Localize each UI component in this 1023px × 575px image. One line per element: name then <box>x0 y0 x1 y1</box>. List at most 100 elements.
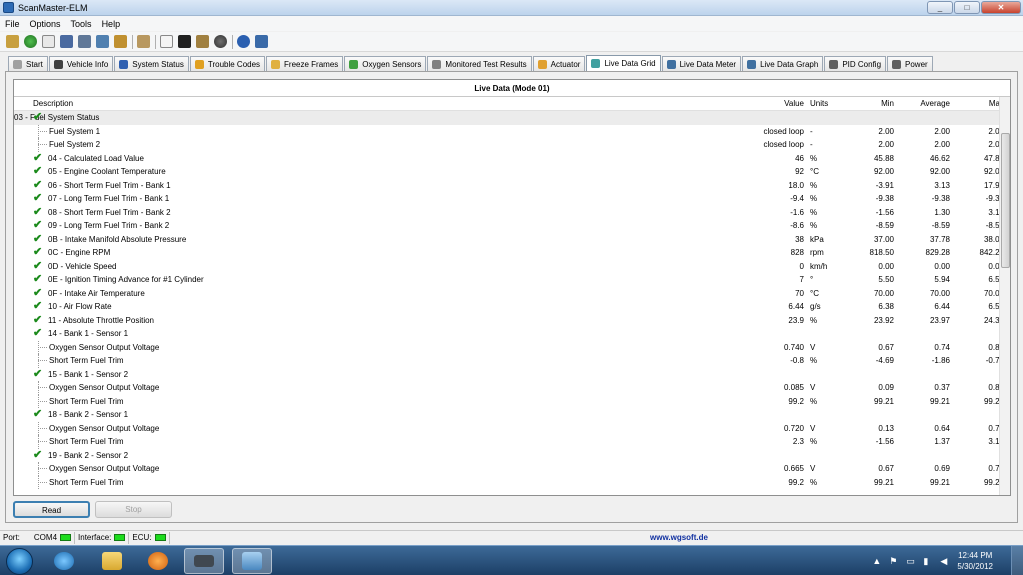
network-icon[interactable]: ▮ <box>923 556 933 566</box>
checkmark-icon[interactable]: ✔ <box>33 247 45 258</box>
sub-row[interactable]: Fuel System 2 closed loop - 2.00 2.00 2.00 <box>14 138 1010 152</box>
pid-row[interactable]: ✔ 14 - Bank 1 - Sensor 1 <box>14 327 1010 341</box>
taskbar-explorer[interactable] <box>92 548 132 574</box>
pid-row[interactable]: ✔ 06 - Short Term Fuel Trim - Bank 1 18.0%… <box>14 179 1010 193</box>
tab-start[interactable]: Start <box>8 56 48 71</box>
clock[interactable]: 12:44 PM 5/30/2012 <box>957 550 993 572</box>
pid-row[interactable]: ✔ 19 - Bank 2 - Sensor 2 <box>14 449 1010 463</box>
tab-live-data-grid[interactable]: Live Data Grid <box>586 55 661 71</box>
menu-tools[interactable]: Tools <box>66 19 97 29</box>
checkmark-icon[interactable]: ✔ <box>33 260 45 272</box>
read-button[interactable]: Read <box>13 501 90 518</box>
checkmark-icon[interactable]: ✔ <box>33 449 45 461</box>
checkmark-icon[interactable]: ✔ <box>33 193 45 204</box>
tab-pid-config[interactable]: PID Config <box>824 56 887 71</box>
checkmark-icon[interactable]: ✔ <box>33 179 45 191</box>
pid-row[interactable]: ✔ 0D - Vehicle Speed 0 km/h 0.00 0.00 0.00 <box>14 260 1010 274</box>
pid-row[interactable]: ✔ 03 - Fuel System Status <box>14 111 1010 125</box>
grid-icon[interactable] <box>60 35 73 48</box>
show-desktop-button[interactable] <box>1011 546 1023 575</box>
pid-row[interactable]: ✔ 11 - Absolute Throttle Position 23.9% 23.… <box>14 314 1010 328</box>
column-max[interactable]: Max <box>950 99 1004 108</box>
comment-icon[interactable] <box>160 35 173 48</box>
checkmark-icon[interactable]: ✔ <box>33 287 45 299</box>
sub-row[interactable]: Short Term Fuel Trim 2.3% -1.56 1.37 3.12 <box>14 435 1010 449</box>
tab-system-status[interactable]: System Status <box>114 56 189 71</box>
taskbar-scanmaster[interactable] <box>232 548 272 574</box>
tab-power[interactable]: Power <box>887 56 933 71</box>
pid-row[interactable]: ✔ 04 - Calculated Load Value 46% 45.88 46.62… <box>14 152 1010 166</box>
info-icon[interactable] <box>237 35 250 48</box>
disconnect-icon[interactable] <box>214 35 227 48</box>
sub-row[interactable]: Short Term Fuel Trim 99.2% 99.21 99.21 99.21 <box>14 394 1010 408</box>
pid-row[interactable]: ✔ 15 - Bank 1 - Sensor 2 <box>14 368 1010 382</box>
sub-row[interactable]: Oxygen Sensor Output Voltage 0.720 V 0.13 0.… <box>14 421 1010 435</box>
pid-row[interactable]: ✔ 09 - Long Term Fuel Trim - Bank 2 -8.6% -… <box>14 219 1010 233</box>
pid-row[interactable]: ✔ 0E - Ignition Timing Advance for #1 Cyl… <box>14 273 1010 287</box>
terminal-icon[interactable] <box>178 35 191 48</box>
clipboard-icon[interactable] <box>137 35 150 48</box>
pid-row[interactable]: ✔ 07 - Long Term Fuel Trim - Bank 1 -9.4% -… <box>14 192 1010 206</box>
maximize-button[interactable]: □ <box>954 1 980 14</box>
menu-help[interactable]: Help <box>97 19 126 29</box>
chart-icon[interactable] <box>78 35 91 48</box>
minimize-button[interactable]: _ <box>927 1 953 14</box>
checkmark-icon[interactable]: ✔ <box>33 301 45 312</box>
tab-trouble-codes[interactable]: Trouble Codes <box>189 56 266 71</box>
meter-icon[interactable] <box>96 35 109 48</box>
checkmark-icon[interactable]: ✔ <box>33 206 45 218</box>
battery-icon[interactable] <box>196 35 209 48</box>
start-button[interactable] <box>6 548 33 575</box>
pid-row[interactable]: ✔ 08 - Short Term Fuel Trim - Bank 2 -1.6%… <box>14 206 1010 220</box>
exit-icon[interactable] <box>255 35 268 48</box>
taskbar-media-player[interactable] <box>138 548 178 574</box>
checkmark-icon[interactable]: ✔ <box>33 233 45 245</box>
website-link[interactable]: www.wgsoft.de <box>650 533 708 542</box>
tab-vehicle-info[interactable]: Vehicle Info <box>48 56 114 71</box>
sub-row[interactable]: Oxygen Sensor Output Voltage 0.665 V 0.67 0.… <box>14 462 1010 476</box>
tab-actuator[interactable]: Actuator <box>532 56 586 71</box>
checkmark-icon[interactable]: ✔ <box>33 152 45 164</box>
checkmark-icon[interactable]: ✔ <box>33 166 45 177</box>
checkmark-icon[interactable]: ✔ <box>33 368 45 380</box>
column-min[interactable]: Min <box>842 99 894 108</box>
document-icon[interactable] <box>42 35 55 48</box>
pid-row[interactable]: ✔ 10 - Air Flow Rate 6.44 g/s 6.38 6.44 6.54 <box>14 300 1010 314</box>
sub-row[interactable]: Fuel System 1 closed loop - 2.00 2.00 2.00 <box>14 124 1010 138</box>
globe-icon[interactable] <box>24 35 37 48</box>
checkmark-icon[interactable]: ✔ <box>33 328 45 339</box>
pid-row[interactable]: ✔ 18 - Bank 2 - Sensor 1 <box>14 408 1010 422</box>
show-hidden-icon[interactable]: ▲ <box>872 556 882 566</box>
scrollbar-thumb[interactable] <box>1001 133 1010 268</box>
volume-icon[interactable]: ◀ <box>940 556 950 566</box>
tab-monitored-test-results[interactable]: Monitored Test Results <box>427 56 532 71</box>
taskbar-ie[interactable] <box>44 548 84 574</box>
checkmark-icon[interactable]: ✔ <box>33 220 45 231</box>
checkmark-icon[interactable]: ✔ <box>33 314 45 326</box>
column-average[interactable]: Average <box>894 99 950 108</box>
tab-live-data-graph[interactable]: Live Data Graph <box>742 56 824 71</box>
flag-icon[interactable]: ⚑ <box>889 556 899 566</box>
pid-row[interactable]: ✔ 0B - Intake Manifold Absolute Pressure 3… <box>14 233 1010 247</box>
tab-live-data-meter[interactable]: Live Data Meter <box>661 56 742 71</box>
sub-row[interactable]: Oxygen Sensor Output Voltage 0.740 V 0.67 0.… <box>14 340 1010 354</box>
pid-row[interactable]: ✔ 0C - Engine RPM 828 rpm 818.50 829.28 842.25 <box>14 246 1010 260</box>
sub-row[interactable]: Short Term Fuel Trim -0.8% -4.69 -1.86 -0.78 <box>14 354 1010 368</box>
taskbar-scanmaster-chip[interactable] <box>184 548 224 574</box>
close-button[interactable]: ✕ <box>981 1 1021 14</box>
column-units[interactable]: Units <box>804 99 842 108</box>
menu-options[interactable]: Options <box>25 19 66 29</box>
pid-row[interactable]: ✔ 0F - Intake Air Temperature 70 °C 70.00 70.… <box>14 287 1010 301</box>
tab-freeze-frames[interactable]: Freeze Frames <box>266 56 344 71</box>
tab-oxygen-sensors[interactable]: Oxygen Sensors <box>344 56 427 71</box>
pid-row[interactable]: ✔ 05 - Engine Coolant Temperature 92 °C 92.0… <box>14 165 1010 179</box>
display-icon[interactable]: ▭ <box>906 556 916 566</box>
sub-row[interactable]: Short Term Fuel Trim 99.2% 99.21 99.21 99.21 <box>14 475 1010 489</box>
checkmark-icon[interactable]: ✔ <box>33 112 45 123</box>
sub-row[interactable]: Oxygen Sensor Output Voltage 0.085 V 0.09 0.… <box>14 381 1010 395</box>
column-value[interactable]: Value <box>734 99 804 108</box>
vertical-scrollbar[interactable] <box>999 97 1010 495</box>
fuel-icon[interactable] <box>114 35 127 48</box>
connect-icon[interactable] <box>6 35 19 48</box>
column-description[interactable]: Description <box>14 97 734 110</box>
